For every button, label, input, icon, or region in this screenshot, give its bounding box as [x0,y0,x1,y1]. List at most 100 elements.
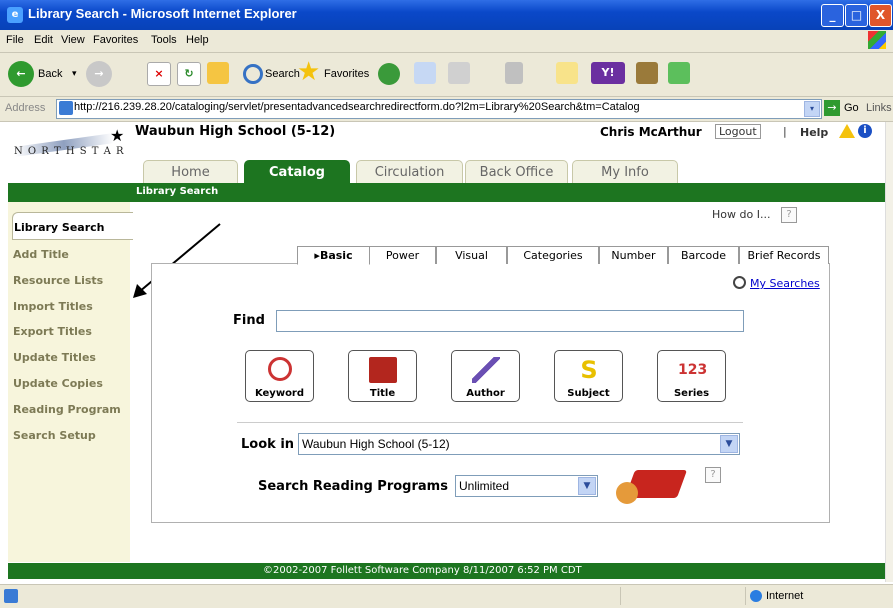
author-pen-icon [472,357,500,383]
research-icon[interactable] [636,62,658,84]
search-tab-number[interactable]: Number [599,246,668,264]
help-question-icon[interactable]: ? [781,207,797,223]
status-bar [0,584,893,608]
sidebar-item-add-title[interactable]: Add Title [13,248,69,261]
search-tab-brief-records[interactable]: Brief Records [739,246,829,264]
back-dropdown-icon[interactable]: ▾ [72,68,77,79]
footer-copyright: ©2002-2007 Follett Software Company 8/11… [263,565,582,576]
favorites-label[interactable]: Favorites [324,68,369,80]
logout-button[interactable]: Logout [715,124,761,139]
search-label[interactable]: Search [265,68,300,80]
window-titlebar: e Library Search - Microsoft Internet Ex… [0,0,893,30]
page-icon [59,101,73,115]
go-button[interactable]: Go [844,102,859,114]
internet-globe-icon [750,590,762,602]
menu-favorites[interactable]: Favorites [93,34,138,46]
sidebar-item-update-titles[interactable]: Update Titles [13,351,96,364]
go-arrow-icon[interactable]: → [824,100,840,116]
minimize-button[interactable]: _ [821,4,844,27]
forward-arrow-icon[interactable]: → [86,61,112,87]
home-icon[interactable] [207,62,229,84]
vertical-scrollbar[interactable] [885,122,893,582]
menu-view[interactable]: View [61,34,85,46]
address-url: http://216.239.28.20/cataloging/servlet/… [74,101,640,113]
tab-circulation[interactable]: Circulation [356,160,463,184]
reading-programs-help-icon[interactable]: ? [705,467,721,483]
sidebar-item-import-titles[interactable]: Import Titles [13,300,93,313]
search-tab-power[interactable]: Power [369,246,436,264]
print-icon[interactable] [448,62,470,84]
school-name: Waubun High School (5-12) [135,124,336,139]
stop-icon[interactable]: × [147,62,171,86]
warning-icon[interactable] [839,124,855,138]
keyword-search-button[interactable]: Keyword [245,350,314,402]
search-icon[interactable] [243,64,263,84]
page-footer: ©2002-2007 Follett Software Company 8/11… [8,563,885,579]
look-in-select[interactable]: Waubun High School (5-12) ▼ [298,433,740,455]
find-label: Find [233,313,265,328]
reading-programs-dropdown-icon[interactable]: ▼ [578,477,596,495]
sidebar-item-reading-program[interactable]: Reading Program [13,403,121,416]
tab-home[interactable]: Home [143,160,238,184]
series-label: Series [673,388,710,399]
reading-programs-label: Search Reading Programs [258,479,448,494]
menu-tools[interactable]: Tools [151,34,177,46]
reading-program-book-icon[interactable] [612,466,688,506]
maximize-button[interactable]: □ [845,4,868,27]
back-arrow-icon[interactable]: ← [8,61,34,87]
search-tab-basic[interactable]: ▸Basic [297,246,370,265]
search-tab-categories[interactable]: Categories [507,246,599,264]
address-dropdown-icon[interactable]: ▾ [804,101,820,117]
title-label: Title [369,388,396,399]
tab-my-info[interactable]: My Info [572,160,678,184]
menu-help[interactable]: Help [186,34,209,46]
info-icon[interactable]: i [858,124,872,138]
sidebar-item-resource-lists[interactable]: Resource Lists [13,274,103,287]
user-name: Chris McArthur [600,125,702,139]
favorites-star-icon[interactable]: ★ [297,59,320,85]
history-icon[interactable] [378,63,400,85]
address-label: Address [5,102,46,114]
back-label[interactable]: Back [38,68,62,80]
subject-search-button[interactable]: S Subject [554,350,623,402]
refresh-icon[interactable]: ↻ [177,62,201,86]
search-tab-visual[interactable]: Visual [436,246,507,264]
folder-icon[interactable] [556,62,578,84]
messenger-icon[interactable] [668,62,690,84]
breadcrumb-bar: Library Search [8,183,885,202]
sidebar-item-export-titles[interactable]: Export Titles [13,325,92,338]
find-input[interactable] [276,310,744,332]
keyword-magnifier-icon [268,357,292,381]
close-button[interactable]: X [869,4,892,27]
page-status-icon [4,589,18,603]
subject-label: Subject [567,388,610,399]
links-button[interactable]: Links [866,102,892,114]
magnifier-icon [733,276,746,289]
address-bar: Address ▾ http://216.239.28.20/catalogin… [0,97,893,122]
edit-icon[interactable] [505,62,523,84]
subject-s-icon: S [580,356,598,384]
sidebar-item-search-setup[interactable]: Search Setup [13,429,96,442]
look-in-dropdown-icon[interactable]: ▼ [720,435,738,453]
my-searches-link[interactable]: My Searches [750,277,820,290]
menu-file[interactable]: File [6,34,24,46]
author-search-button[interactable]: Author [451,350,520,402]
north-star-logo: ★ N O R T H S T A R [13,126,125,157]
sidebar-item-library-search[interactable]: Library Search [14,221,105,234]
title-search-button[interactable]: Title [348,350,417,402]
tab-back-office[interactable]: Back Office [465,160,568,184]
yahoo-icon[interactable]: Y! [591,62,625,84]
sidebar-item-update-copies[interactable]: Update Copies [13,377,103,390]
help-link[interactable]: Help [800,126,828,139]
series-search-button[interactable]: 123 Series [657,350,726,402]
mail-icon[interactable] [414,62,436,84]
toolbar: ← Back ▾ → × ↻ Search ★ Favorites Y! [0,53,893,97]
how-do-i-link[interactable]: How do I... [712,208,770,221]
menu-edit[interactable]: Edit [34,34,53,46]
tab-catalog[interactable]: Catalog [244,160,350,184]
divider [237,422,743,423]
reading-programs-select[interactable]: Unlimited ▼ [455,475,598,497]
look-in-label: Look in [241,437,295,452]
breadcrumb: Library Search [136,186,219,197]
search-tab-barcode[interactable]: Barcode [668,246,739,264]
